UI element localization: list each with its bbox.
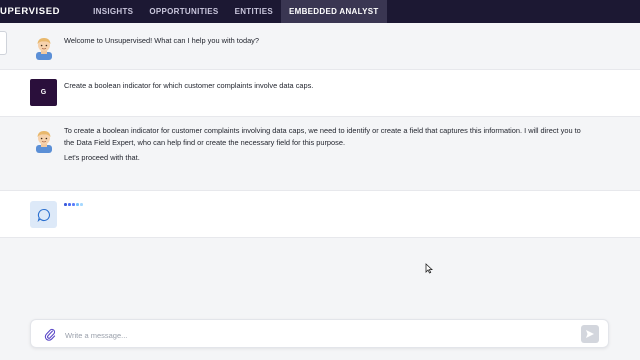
message-paragraph: To create a boolean indicator for custom…	[64, 126, 581, 147]
tab-entities[interactable]: ENTITIES	[227, 0, 281, 23]
tab-embedded-analyst[interactable]: EMBEDDED ANALYST	[280, 0, 387, 23]
paperclip-icon[interactable]	[43, 327, 57, 341]
assistant-avatar	[30, 127, 57, 154]
message-composer	[30, 319, 609, 348]
sidebar-toggle[interactable]	[0, 31, 7, 55]
assistant-avatar	[30, 34, 57, 61]
chat-message-typing	[0, 191, 640, 238]
typing-dot	[72, 203, 75, 206]
top-nav: UPERVISED INSIGHTS OPPORTUNITIES ENTITIE…	[0, 0, 640, 23]
chat-message: G Create a boolean indicator for which c…	[0, 70, 640, 117]
send-icon	[586, 330, 594, 338]
message-input[interactable]	[63, 326, 567, 344]
message-text: Create a boolean indicator for which cus…	[64, 81, 314, 90]
typing-indicator	[64, 203, 83, 206]
typing-dot	[76, 203, 79, 206]
chat-message: To create a boolean indicator for custom…	[0, 117, 640, 191]
message-text: Welcome to Unsupervised! What can I help…	[64, 36, 259, 45]
send-button[interactable]	[581, 325, 599, 343]
message-text: To create a boolean indicator for custom…	[64, 125, 584, 168]
chat-bubble-icon	[30, 201, 57, 228]
message-paragraph: Let's proceed with that.	[64, 153, 140, 163]
brand-logo-text: UPERVISED	[0, 6, 61, 17]
tab-insights[interactable]: INSIGHTS	[85, 0, 141, 23]
typing-dot	[68, 203, 71, 206]
typing-dot	[80, 203, 83, 206]
typing-dot	[64, 203, 67, 206]
tab-opportunities[interactable]: OPPORTUNITIES	[141, 0, 226, 23]
chat-message: Welcome to Unsupervised! What can I help…	[0, 23, 640, 70]
mouse-cursor-icon	[425, 261, 434, 279]
user-avatar: G	[30, 79, 57, 106]
